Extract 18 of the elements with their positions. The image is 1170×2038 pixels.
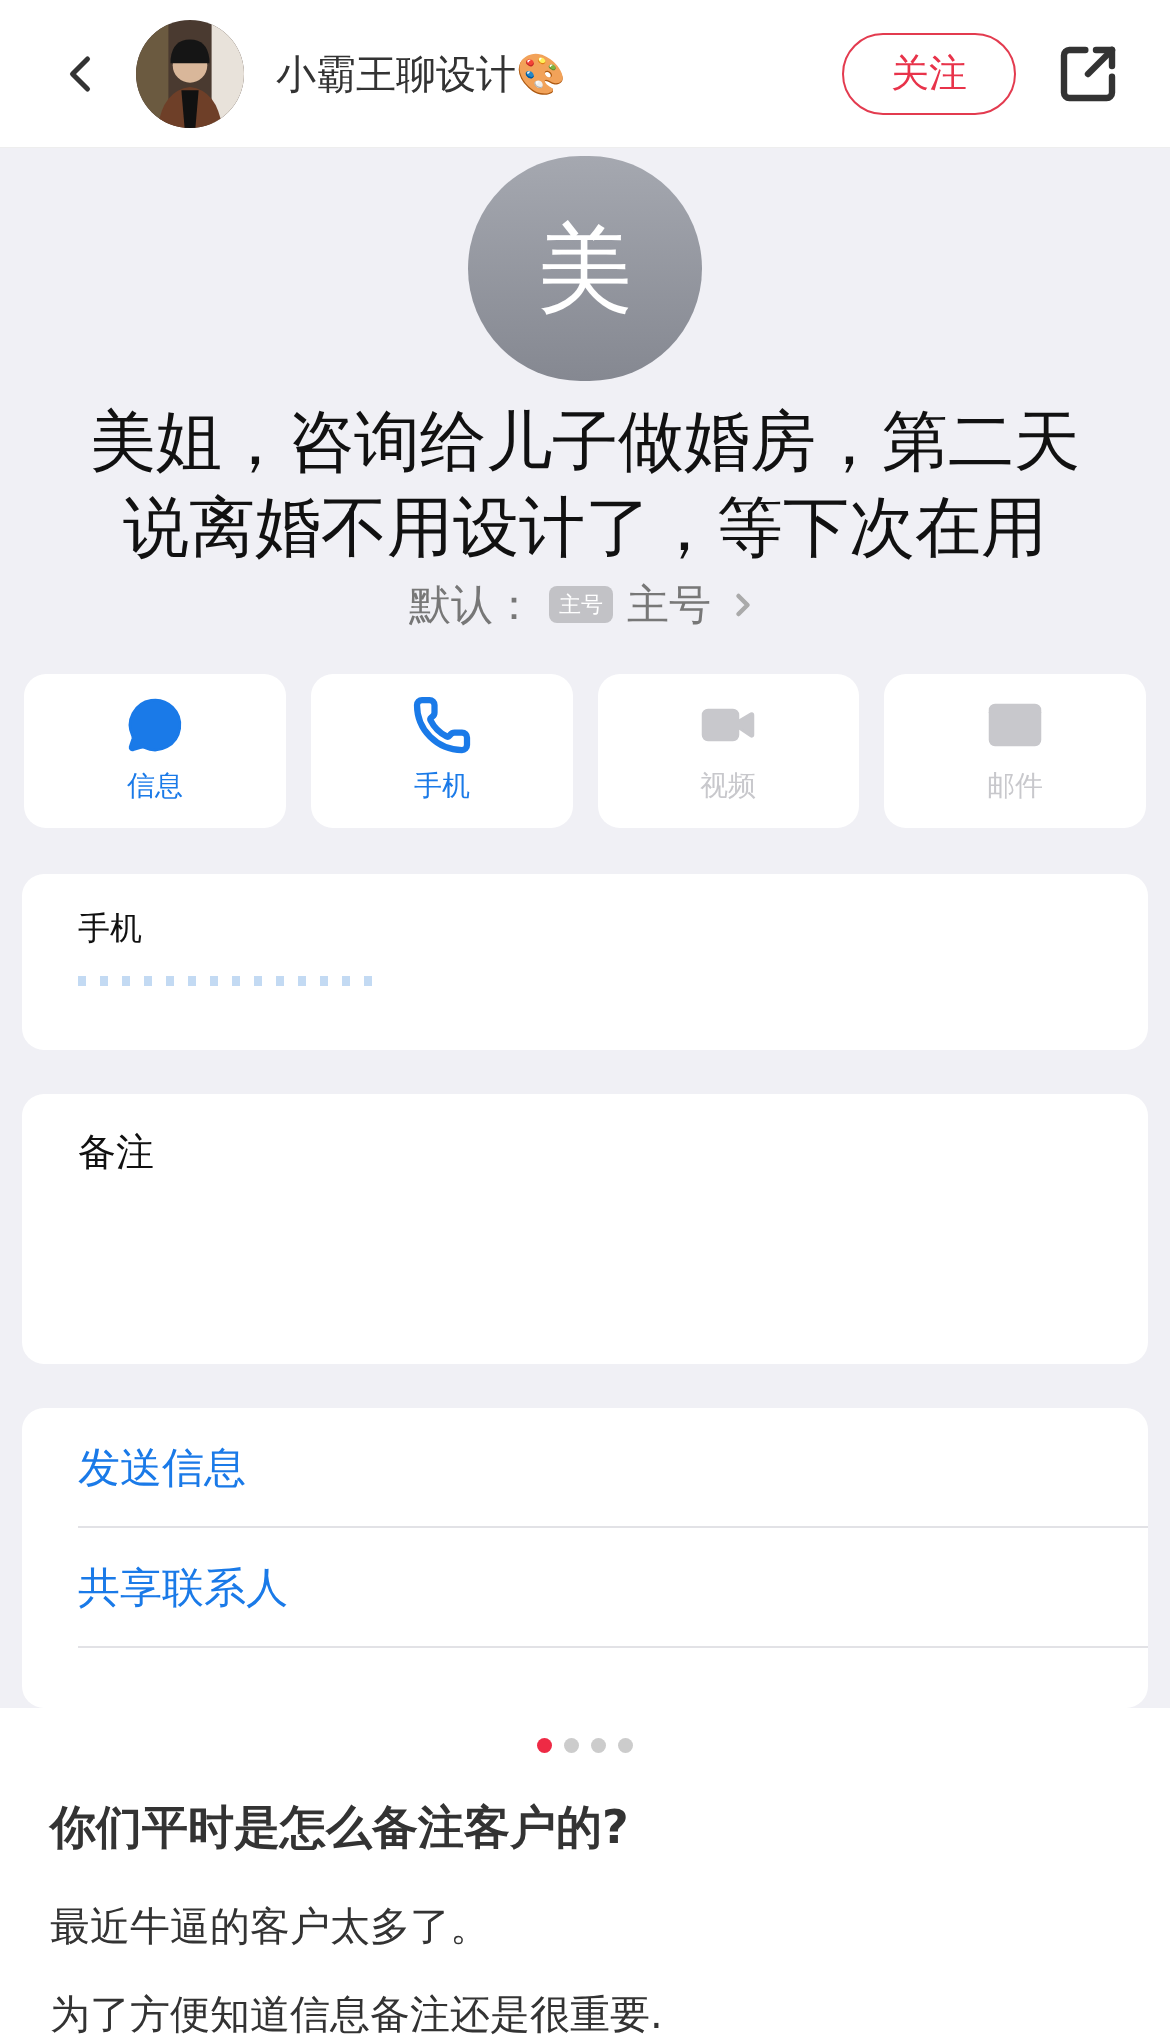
avatar-letter: 美 <box>537 220 633 317</box>
notes-card[interactable]: 备注 <box>22 1094 1148 1364</box>
phone-icon <box>411 695 472 755</box>
post-text: 最近牛逼的客户太多了。 <box>50 1902 491 1951</box>
author-name[interactable]: 小霸王聊设计🎨 <box>276 43 566 104</box>
action-button[interactable]: 手机 <box>310 674 573 828</box>
default-value[interactable]: 主号 <box>627 573 711 636</box>
default-label: 默认： <box>409 579 535 631</box>
notes-label: 备注 <box>78 1130 154 1174</box>
default-tag: 主号 <box>549 586 613 623</box>
contact-name: 美姐，咨询给儿子做婚房，第二天说离婚不用设计了，等下次在用 <box>89 402 1081 568</box>
action-button[interactable]: 信息 <box>24 674 286 828</box>
phone-label: 手机 <box>78 908 143 949</box>
link-row[interactable]: 共享联系人 <box>78 1555 288 1619</box>
post-text: 为了方便知道信息备注还是很重要. <box>50 1990 664 2038</box>
link-row[interactable]: 发送信息 <box>78 1435 246 1499</box>
post-title: 你们平时是怎么备注客户的? <box>50 1799 630 1856</box>
follow-button[interactable]: 关注 <box>842 32 1016 115</box>
